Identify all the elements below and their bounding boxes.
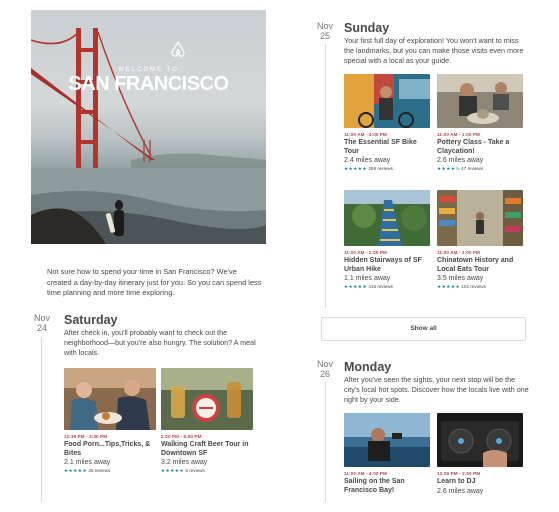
day-title-sunday: Sunday [344, 21, 390, 35]
card-title[interactable]: Hidden Stairways of SF Urban Hike [344, 257, 430, 274]
timeline-line [325, 382, 326, 502]
card-distance: 3.2 miles away [161, 459, 208, 467]
card-time: 11:00 AM - 2:00 PM [344, 250, 387, 255]
timeline-line [41, 337, 42, 502]
airbnb-logo-icon [169, 40, 187, 58]
experience-card-chinatown[interactable]: 11:00 AM - 2:00 PM Chinatown History and… [437, 190, 523, 290]
star-rating-icon: ★★★★★ [64, 468, 88, 474]
experience-card-pottery[interactable]: 11:00 AM - 1:00 PM Pottery Class - Take … [437, 74, 523, 172]
review-count: 47 reviews [461, 166, 484, 172]
date-day: 25 [319, 31, 330, 41]
date-saturday: Nov 24 [31, 313, 53, 333]
card-rating: ★★★★★ 289 reviews [344, 166, 430, 172]
card-rating: ★★★★★ 416 reviews [344, 284, 430, 290]
experience-card-food-porn[interactable]: 12:30 PM - 3:30 PM Food Porn...Tips,Tric… [64, 368, 156, 474]
experience-card-craft-beer[interactable]: 2:00 PM - 6:00 PM Walking Craft Beer Tou… [161, 368, 253, 474]
card-time: 12:00 PM - 2:00 PM [437, 471, 481, 476]
card-distance: 2.4 miles away [344, 157, 391, 165]
experience-card-sailing[interactable]: 11:00 AM - 4:00 PM Sailing on the San Fr… [344, 413, 430, 495]
card-title[interactable]: The Essential SF Bike Tour [344, 139, 430, 156]
date-sunday: Nov 25 [314, 21, 336, 41]
card-distance: 3.5 miles away [437, 275, 484, 283]
card-rating: ★★★★½ 47 reviews [437, 166, 523, 172]
card-title[interactable]: Chinatown History and Local Eats Tour [437, 257, 523, 274]
star-rating-icon: ★★★★★ [344, 284, 368, 290]
day-title-monday: Monday [344, 360, 392, 374]
experience-card-bike-tour[interactable]: 11:00 AM - 4:00 PM The Essential SF Bike… [344, 74, 430, 172]
intro-text: Not sure how to spend your time in San F… [47, 267, 262, 297]
timeline-line [325, 44, 326, 308]
card-title[interactable]: Pottery Class - Take a Claycation! [437, 139, 523, 156]
card-title[interactable]: Food Porn...Tips,Tricks, & Bites [64, 441, 156, 458]
star-rating-icon: ★★★★½ [437, 166, 460, 172]
card-distance: 1.1 miles away [344, 275, 391, 283]
date-month: Nov [316, 21, 333, 31]
card-time: 11:00 AM - 4:00 PM [344, 132, 387, 137]
review-count: 416 reviews [368, 284, 393, 290]
date-day: 24 [36, 323, 47, 333]
date-day: 26 [319, 369, 330, 379]
card-time: 11:00 AM - 2:00 PM [437, 250, 480, 255]
day-desc-monday: After you've seen the sights, your next … [344, 375, 529, 404]
card-distance: 2.1 miles away [64, 459, 111, 467]
card-title[interactable]: Sailing on the San Francisco Bay! [344, 478, 430, 495]
golden-gate-bridge-photo [31, 28, 266, 244]
card-time: 11:00 AM - 1:00 PM [437, 132, 480, 137]
review-count: 5 reviews [185, 468, 205, 474]
card-photo[interactable] [344, 190, 430, 246]
card-title[interactable]: Learn to DJ [437, 478, 523, 487]
day-desc-saturday: After check in, you'll probably want to … [64, 328, 256, 357]
review-count: 289 reviews [368, 166, 393, 172]
star-rating-icon: ★★★★★ [161, 468, 185, 474]
date-month: Nov [316, 359, 333, 369]
date-monday: Nov 26 [314, 359, 336, 379]
experience-card-dj[interactable]: 12:00 PM - 2:00 PM Learn to DJ 2.6 miles… [437, 413, 523, 495]
experience-card-stairways[interactable]: 11:00 AM - 2:00 PM Hidden Stairways of S… [344, 190, 430, 290]
card-time: 11:00 AM - 4:00 PM [344, 471, 387, 476]
card-distance: 2.6 miles away [437, 487, 484, 495]
card-photo[interactable] [437, 413, 523, 467]
card-title[interactable]: Walking Craft Beer Tour in Downtown SF [161, 441, 253, 458]
hero-city-title: SAN FRANCISCO [68, 73, 229, 95]
day-desc-sunday: Your first full day of exploration! You … [344, 36, 524, 65]
show-all-button[interactable]: Show all [321, 317, 526, 341]
card-distance: 2.6 miles away [437, 157, 484, 165]
card-rating: ★★★★★ 101 reviews [437, 284, 523, 290]
card-time: 2:00 PM - 6:00 PM [161, 434, 202, 439]
day-title-saturday: Saturday [64, 313, 118, 327]
card-photo[interactable] [161, 368, 253, 430]
date-month: Nov [33, 313, 50, 323]
card-photo[interactable] [437, 190, 523, 246]
card-photo[interactable] [344, 413, 430, 467]
review-count: 101 reviews [461, 284, 486, 290]
star-rating-icon: ★★★★★ [344, 166, 368, 172]
review-count: 26 reviews [88, 468, 111, 474]
card-photo[interactable] [437, 74, 523, 128]
star-rating-icon: ★★★★★ [437, 284, 461, 290]
card-photo[interactable] [344, 74, 430, 128]
hero-image: WELCOME TO SAN FRANCISCO [31, 10, 266, 244]
card-rating: ★★★★★ 5 reviews [161, 468, 253, 474]
card-time: 12:30 PM - 3:30 PM [64, 434, 108, 439]
card-rating: ★★★★★ 26 reviews [64, 468, 156, 474]
card-photo[interactable] [64, 368, 156, 430]
